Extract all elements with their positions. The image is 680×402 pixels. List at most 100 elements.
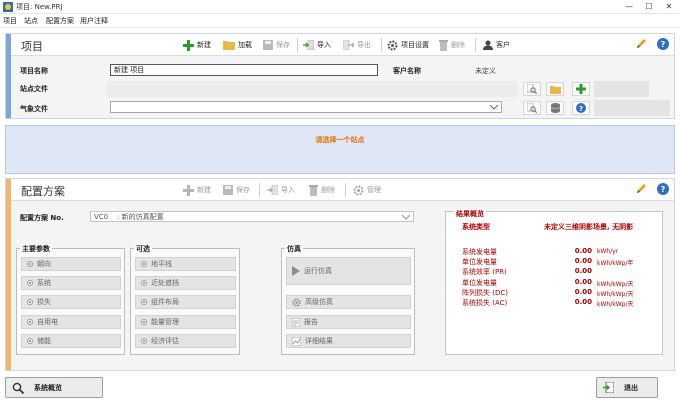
toolbar-separator xyxy=(345,183,346,197)
site-new-button[interactable] xyxy=(572,82,590,96)
losses-button[interactable]: 损失 xyxy=(21,295,121,309)
system-overview-button[interactable]: 系统概览 xyxy=(5,377,103,398)
radio-icon xyxy=(141,338,147,344)
close-button[interactable]: ✕ xyxy=(662,1,676,13)
summary-row-unit: kWh/yr xyxy=(597,248,619,255)
window-title: 项目: New.PRJ xyxy=(16,3,63,11)
menu-bar: 项目 站点 配置方案 用户注释 xyxy=(0,14,680,28)
gear-icon xyxy=(292,297,301,307)
meteo-file-select[interactable] xyxy=(110,101,502,113)
summary-row-label: 单位发电量 xyxy=(462,258,497,266)
config-new-button[interactable]: 新建 xyxy=(183,182,211,198)
site-file-field[interactable] xyxy=(106,81,518,97)
trash-icon xyxy=(309,184,318,196)
results-summary: 结果概览 系统类型 未定义三维阴影场景, 无阴影 系统发电量 0.00 kWh/… xyxy=(445,209,663,355)
maximize-button[interactable]: ☐ xyxy=(642,1,656,13)
play-icon xyxy=(292,266,300,276)
document-search-icon xyxy=(527,84,537,94)
minimize-button[interactable]: — xyxy=(622,1,636,13)
summary-row-label: 阵列损失 (DC) xyxy=(462,289,508,297)
summary-row-value: 0.00 xyxy=(574,298,592,306)
summary-row-value: 0.00 xyxy=(574,257,592,265)
storage-button[interactable]: 储能 xyxy=(21,334,121,348)
menu-item-project[interactable]: 项目 xyxy=(3,16,17,26)
toolbar-separator xyxy=(297,38,298,52)
radio-icon xyxy=(27,280,33,286)
radio-icon xyxy=(27,261,33,267)
config-section-title: 配置方案 xyxy=(21,185,65,198)
variant-code: VC0 xyxy=(94,213,109,221)
config-save-button[interactable]: 保存 xyxy=(223,182,250,198)
simulation-group: 仿真 运行仿真 高级仿真 报告 详细结果 xyxy=(281,244,415,355)
meteo-help-button[interactable]: ? xyxy=(572,101,590,115)
meteo-file-label: 气象文件 xyxy=(20,105,48,113)
project-panel: 项目 新建 加载 保存 导入 导出 项目设置 删除 客户 ? 项目名称 新建 项… xyxy=(5,33,675,119)
optional-group: 可选 地平线 近处遮挡 组件布局 能量管理 经济评估 xyxy=(130,244,240,355)
project-export-button[interactable]: 导出 xyxy=(343,37,371,53)
radio-icon xyxy=(141,319,147,325)
self-consumption-button[interactable]: 自用电 xyxy=(21,315,121,329)
plus-icon xyxy=(576,84,586,94)
site-open-button[interactable] xyxy=(546,82,564,96)
toolbar-separator xyxy=(381,38,382,52)
advanced-simulation-button[interactable]: 高级仿真 xyxy=(286,295,411,309)
svg-text:?: ? xyxy=(661,185,666,194)
config-delete-button[interactable]: 删除 xyxy=(309,182,335,198)
config-manage-button[interactable]: 管理 xyxy=(353,182,381,198)
run-simulation-button[interactable]: 运行仿真 xyxy=(286,257,411,285)
menu-item-notes[interactable]: 用户注释 xyxy=(80,16,108,26)
app-icon xyxy=(3,2,13,12)
trash-icon xyxy=(439,39,448,51)
project-settings-button[interactable]: 项目设置 xyxy=(387,37,429,53)
project-save-button[interactable]: 保存 xyxy=(263,37,290,53)
chevron-down-icon xyxy=(402,214,410,220)
menu-item-config[interactable]: 配置方案 xyxy=(46,16,74,26)
document-search-icon xyxy=(527,103,537,113)
search-icon xyxy=(12,382,24,394)
pencil-icon[interactable] xyxy=(635,38,647,50)
floppy-icon xyxy=(263,40,273,50)
meteo-extra-field xyxy=(594,100,670,116)
gear-icon xyxy=(387,40,398,50)
system-type-label: 系统类型 xyxy=(462,223,490,231)
floppy-icon xyxy=(223,185,233,195)
project-name-input[interactable]: 新建 项目 xyxy=(110,64,378,76)
report-button[interactable]: 报告 xyxy=(286,315,411,329)
config-header: 配置方案 新建 保存 导入 删除 管理 ? xyxy=(11,179,674,201)
economic-evaluation-button[interactable]: 经济评估 xyxy=(135,334,236,348)
site-search-button[interactable] xyxy=(523,82,541,96)
user-icon xyxy=(483,40,493,50)
meteo-database-button[interactable] xyxy=(546,101,564,115)
detailed-results-button[interactable]: 详细结果 xyxy=(286,334,411,348)
menu-item-site[interactable]: 站点 xyxy=(24,16,38,26)
help-icon[interactable]: ? xyxy=(657,38,669,50)
site-extra-field xyxy=(594,81,649,97)
config-import-button[interactable]: 导入 xyxy=(267,182,295,198)
exit-button[interactable]: 退出 xyxy=(596,377,658,398)
variant-select[interactable]: VC0 : 新的仿真配置 xyxy=(90,211,414,222)
horizon-button[interactable]: 地平线 xyxy=(135,257,236,271)
project-new-button[interactable]: 新建 xyxy=(183,37,211,53)
optional-title: 可选 xyxy=(134,244,152,254)
site-file-label: 站点文件 xyxy=(20,85,48,93)
chevron-down-icon xyxy=(490,104,498,110)
toolbar-separator xyxy=(259,183,260,197)
summary-row-label: 系统效率 (PR) xyxy=(462,268,507,276)
meteo-search-button[interactable] xyxy=(523,101,541,115)
title-bar: 项目: New.PRJ — ☐ ✕ xyxy=(0,0,680,14)
summary-row-unit: kWh/kWp/天 xyxy=(597,281,634,288)
help-icon[interactable]: ? xyxy=(657,183,669,195)
energy-management-button[interactable]: 能量管理 xyxy=(135,315,236,329)
system-button[interactable]: 系统 xyxy=(21,276,121,290)
project-delete-button[interactable]: 删除 xyxy=(439,37,465,53)
variant-name: : 新的仿真配置 xyxy=(117,213,164,221)
project-client-button[interactable]: 客户 xyxy=(483,37,510,53)
near-shadings-button[interactable]: 近处遮挡 xyxy=(135,276,236,290)
orientation-button[interactable]: 朝向 xyxy=(21,257,121,271)
pencil-icon[interactable] xyxy=(635,183,647,195)
import-icon xyxy=(267,185,278,195)
project-load-button[interactable]: 加载 xyxy=(223,37,252,53)
project-import-button[interactable]: 导入 xyxy=(303,37,331,53)
module-layout-button[interactable]: 组件布局 xyxy=(135,295,236,309)
radio-icon xyxy=(141,299,147,305)
